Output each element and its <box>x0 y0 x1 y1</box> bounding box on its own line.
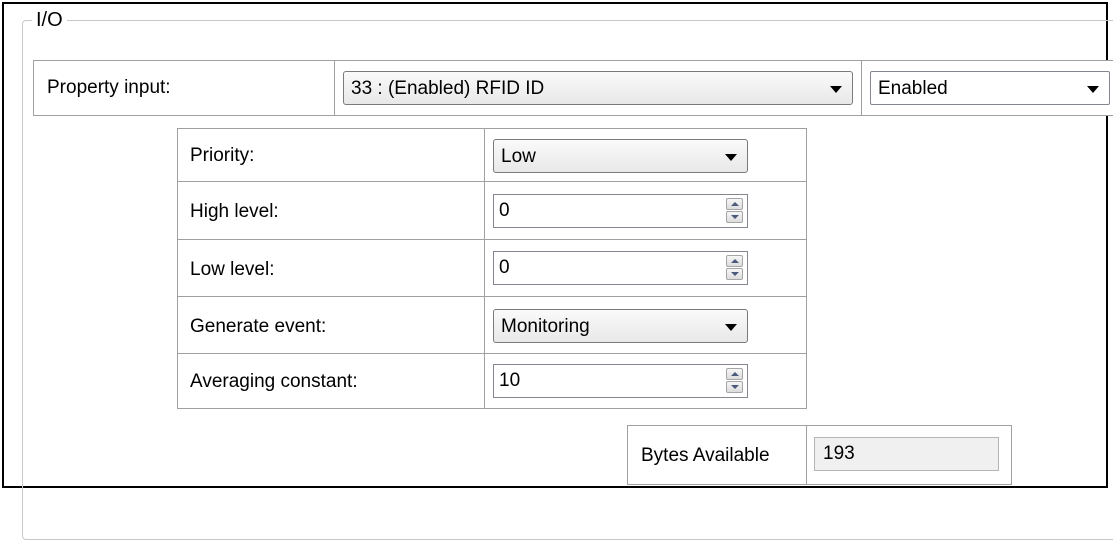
property-input-select[interactable]: 33 : (Enabled) RFID ID <box>343 71 853 105</box>
priority-label-cell: Priority: <box>177 128 485 182</box>
high-level-value: 0 <box>499 200 510 221</box>
bytes-available-value-cell: 193 <box>806 425 1012 485</box>
chevron-down-icon <box>725 154 737 161</box>
property-input-combo-cell: 33 : (Enabled) RFID ID <box>334 60 862 116</box>
spin-down-icon[interactable] <box>726 381 743 393</box>
averaging-constant-value-cell: 10 <box>484 353 807 409</box>
priority-select[interactable]: Low <box>493 139 748 173</box>
low-level-value: 0 <box>499 257 510 278</box>
spin-down-icon[interactable] <box>726 211 743 223</box>
low-level-value-cell: 0 <box>484 239 807 297</box>
generate-event-select-value: Monitoring <box>501 316 590 337</box>
generate-event-value-cell: Monitoring <box>484 296 807 354</box>
priority-value-cell: Low <box>484 128 807 182</box>
averaging-constant-label-cell: Averaging constant: <box>177 353 485 409</box>
bytes-available-label: Bytes Available <box>641 445 770 466</box>
property-input-label: Property input: <box>47 77 171 98</box>
low-level-label-cell: Low level: <box>177 239 485 297</box>
low-level-label: Low level: <box>190 259 275 280</box>
property-state-combo-cell: Enabled <box>861 60 1113 116</box>
io-group-title: I/O <box>32 8 67 32</box>
high-level-label-cell: High level: <box>177 181 485 240</box>
spin-up-icon[interactable] <box>726 368 743 380</box>
averaging-constant-stepper[interactable]: 10 <box>493 364 748 398</box>
spin-up-icon[interactable] <box>726 255 743 267</box>
generate-event-label-cell: Generate event: <box>177 296 485 354</box>
bytes-available-label-cell: Bytes Available <box>627 425 807 485</box>
bytes-available-value: 193 <box>823 443 855 464</box>
spin-down-icon[interactable] <box>726 268 743 280</box>
averaging-constant-label: Averaging constant: <box>190 371 358 392</box>
low-level-stepper[interactable]: 0 <box>493 251 748 285</box>
generate-event-label: Generate event: <box>190 316 327 337</box>
priority-label: Priority: <box>190 145 255 166</box>
high-level-value-cell: 0 <box>484 181 807 240</box>
bytes-available-field: 193 <box>814 437 999 471</box>
spin-up-icon[interactable] <box>726 198 743 210</box>
chevron-down-icon <box>830 86 842 93</box>
high-level-stepper[interactable]: 0 <box>493 194 748 228</box>
property-input-select-value: 33 : (Enabled) RFID ID <box>351 78 545 99</box>
property-state-select[interactable]: Enabled <box>870 71 1110 105</box>
averaging-constant-value: 10 <box>499 370 521 391</box>
high-level-label: High level: <box>190 201 279 222</box>
property-state-select-value: Enabled <box>878 78 948 99</box>
property-input-label-cell: Property input: <box>33 60 335 116</box>
chevron-down-icon <box>1087 86 1099 93</box>
priority-select-value: Low <box>501 146 536 167</box>
chevron-down-icon <box>725 324 737 331</box>
generate-event-select[interactable]: Monitoring <box>493 309 748 343</box>
